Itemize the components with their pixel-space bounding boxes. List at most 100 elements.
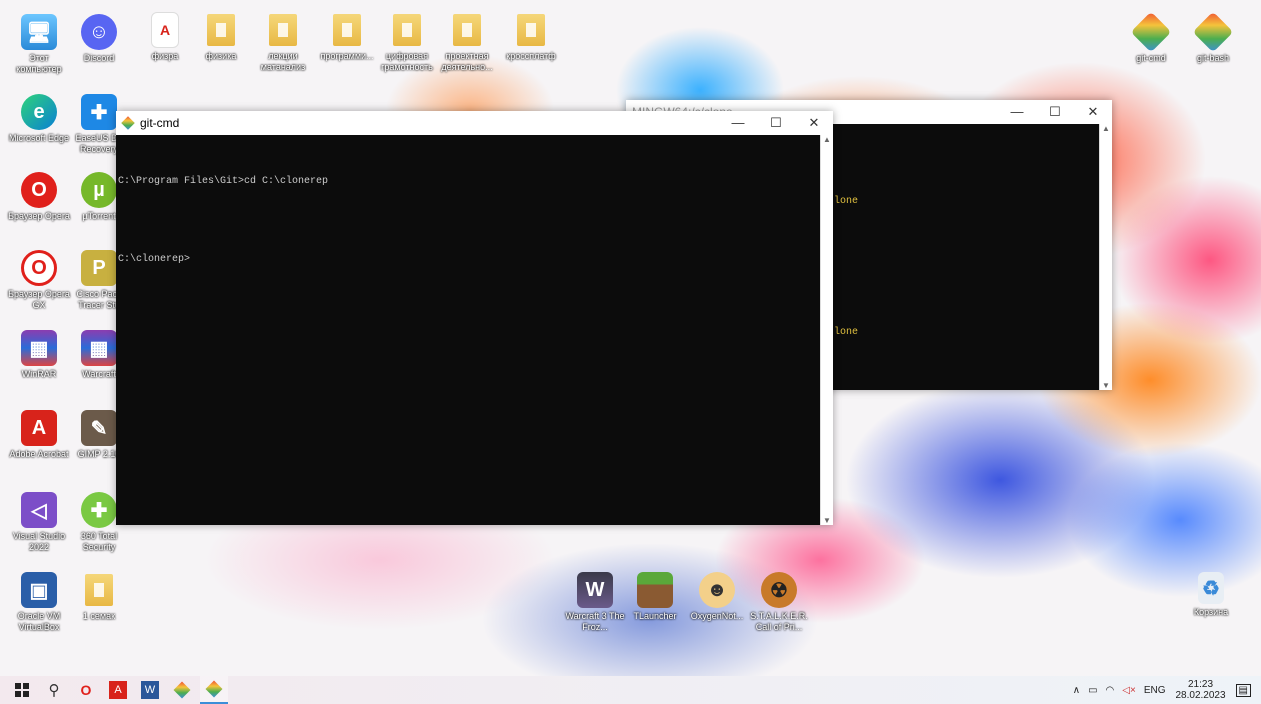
icon-label: Корзина	[1193, 607, 1229, 617]
desktop-icon-winrar[interactable]: ▦ WinRAR	[8, 330, 70, 380]
desktop-icon-1-semak[interactable]: 1 семак	[68, 572, 130, 622]
taskbar-git-cmd[interactable]	[200, 676, 228, 704]
desktop-icon-edge[interactable]: e Microsoft Edge	[8, 94, 70, 144]
icon-label: программи...	[320, 51, 374, 61]
icon-label: Браузер Opera	[8, 211, 70, 221]
git-icon	[1192, 11, 1234, 53]
mingw64-scrollbar[interactable]: ▲ ▼	[1099, 124, 1112, 390]
git-cmd-console[interactable]: C:\Program Files\Git>cd C:\clonerep C:\c…	[116, 135, 833, 292]
maximize-button[interactable]: ☐	[757, 115, 795, 131]
icon-label: физра	[151, 51, 179, 61]
desktop-icon-fizika[interactable]: физика	[190, 12, 252, 62]
acrobat-icon: A	[21, 410, 57, 446]
console-line: C:\clonerep>	[118, 254, 191, 265]
icon-label: Браузер Opera GX	[8, 289, 70, 310]
search-button[interactable]: ⚲	[40, 676, 68, 704]
icon-label: 360 Total Security	[80, 531, 118, 552]
icon-label: TLauncher	[633, 611, 677, 621]
git-icon	[173, 681, 191, 699]
360-security-icon: ✚	[81, 492, 117, 528]
start-button[interactable]	[8, 676, 36, 704]
desktop-icon-opera-gx[interactable]: O Браузер Opera GX	[8, 250, 70, 311]
taskbar-word[interactable]: W	[136, 676, 164, 704]
clock-time: 21:23	[1188, 679, 1214, 690]
desktop-icon-acrobat[interactable]: A Adobe Acrobat	[8, 410, 70, 460]
clock[interactable]: 21:23 28.02.2023	[1175, 679, 1225, 701]
icon-label: WinRAR	[21, 369, 57, 379]
git-cmd-scrollbar[interactable]: ▲ ▼	[820, 135, 833, 525]
notifications-icon[interactable]: ▤	[1235, 683, 1251, 697]
utorrent-icon: µ	[81, 172, 117, 208]
git-cmd-window[interactable]: git-cmd — ☐ ✕ C:\Program Files\Git>cd C:…	[116, 111, 833, 525]
git-cmd-titlebar[interactable]: git-cmd — ☐ ✕	[116, 111, 833, 135]
gimp-icon: ✎	[81, 410, 117, 446]
folder-icon	[329, 12, 365, 48]
desktop-icon-recycle-bin[interactable]: ♻ Корзина	[1180, 572, 1242, 618]
icon-label: 1 семак	[82, 611, 116, 621]
scroll-down-arrow-icon[interactable]: ▼	[821, 516, 833, 525]
desktop-icon-proektnaya[interactable]: проектная деятельно...	[436, 12, 498, 73]
desktop-icon-warcraft3[interactable]: W Warcraft 3 The Froz...	[564, 572, 626, 633]
battery-icon[interactable]: ▭	[1088, 685, 1097, 696]
desktop-icon-stalker[interactable]: ☢ S.T.A.L.K.E.R. Call of Pri...	[748, 572, 810, 633]
git-icon	[205, 680, 223, 698]
taskbar-acrobat[interactable]: A	[104, 676, 132, 704]
icon-label: S.T.A.L.K.E.R. Call of Pri...	[750, 611, 808, 632]
desktop-icon-krossplatf[interactable]: кроссплатф	[500, 12, 562, 62]
taskbar-git-bash[interactable]	[168, 676, 196, 704]
maximize-button[interactable]: ☐	[1036, 104, 1074, 120]
wifi-icon[interactable]: ◠	[1106, 685, 1115, 696]
minimize-button[interactable]: —	[719, 115, 757, 131]
edge-icon: e	[21, 94, 57, 130]
window-title: git-cmd	[140, 116, 180, 130]
taskbar-opera-gx[interactable]: O	[72, 676, 100, 704]
icon-label: лекции матанализ	[260, 51, 306, 72]
desktop-icon-programm[interactable]: программи...	[316, 12, 378, 62]
desktop-icon-discord[interactable]: ☺ Discord	[68, 14, 130, 64]
minecraft-block-icon	[637, 572, 673, 608]
virtualbox-icon: ▣	[21, 572, 57, 608]
desktop-icon-visual-studio[interactable]: ◁ Visual Studio 2022	[8, 492, 70, 553]
desktop-icon-tlauncher[interactable]: TLauncher	[624, 572, 686, 622]
stalker-radiation-icon: ☢	[761, 572, 797, 608]
scroll-up-arrow-icon[interactable]: ▲	[821, 135, 833, 144]
easeus-icon: ✚	[81, 94, 117, 130]
folder-icon	[449, 12, 485, 48]
icon-label: OxygenNot...	[690, 611, 744, 621]
icon-label: физика	[205, 51, 237, 61]
desktop-icon-oxygen-not-included[interactable]: ☻ OxygenNot...	[686, 572, 748, 622]
desktop-icon-cifrovaya[interactable]: цифровая грамотность	[376, 12, 438, 73]
acrobat-icon: A	[109, 681, 127, 699]
icon-label: Discord	[83, 53, 115, 63]
desktop-icon-opera[interactable]: O Браузер Opera	[8, 172, 70, 222]
volume-muted-icon[interactable]: ◁×	[1122, 685, 1136, 696]
scroll-up-arrow-icon[interactable]: ▲	[1100, 124, 1112, 133]
folder-icon	[513, 12, 549, 48]
close-button[interactable]: ✕	[1074, 104, 1112, 120]
icon-label: Oracle VM VirtualBox	[17, 611, 61, 632]
icon-label: git-bash	[1196, 53, 1230, 63]
opera-gx-icon: O	[21, 250, 57, 286]
chevron-up-icon[interactable]: ∧	[1073, 685, 1080, 696]
language-indicator[interactable]: ENG	[1144, 685, 1166, 696]
folder-icon	[389, 12, 425, 48]
opera-icon: O	[80, 682, 92, 698]
opera-icon: O	[21, 172, 57, 208]
scroll-down-arrow-icon[interactable]: ▼	[1100, 381, 1112, 390]
desktop-icon-virtualbox[interactable]: ▣ Oracle VM VirtualBox	[8, 572, 70, 633]
desktop-icon-lekcii[interactable]: лекции матанализ	[252, 12, 314, 73]
folder-icon	[81, 572, 117, 608]
desktop-icon-git-bash[interactable]: git-bash	[1182, 11, 1244, 64]
cisco-packet-tracer-icon: P	[81, 250, 117, 286]
minimize-button[interactable]: —	[998, 104, 1036, 120]
console-line: lone	[834, 196, 859, 207]
icon-label: git-cmd	[1136, 53, 1166, 63]
folder-icon	[203, 12, 239, 48]
desktop-icon-fizra[interactable]: A физра	[134, 12, 196, 62]
discord-icon: ☺	[81, 14, 117, 50]
close-button[interactable]: ✕	[795, 115, 833, 131]
desktop-icon-git-cmd[interactable]: git-cmd	[1120, 11, 1182, 64]
desktop-icon-this-pc[interactable]: 🖥 Этот компьютер	[8, 14, 70, 75]
